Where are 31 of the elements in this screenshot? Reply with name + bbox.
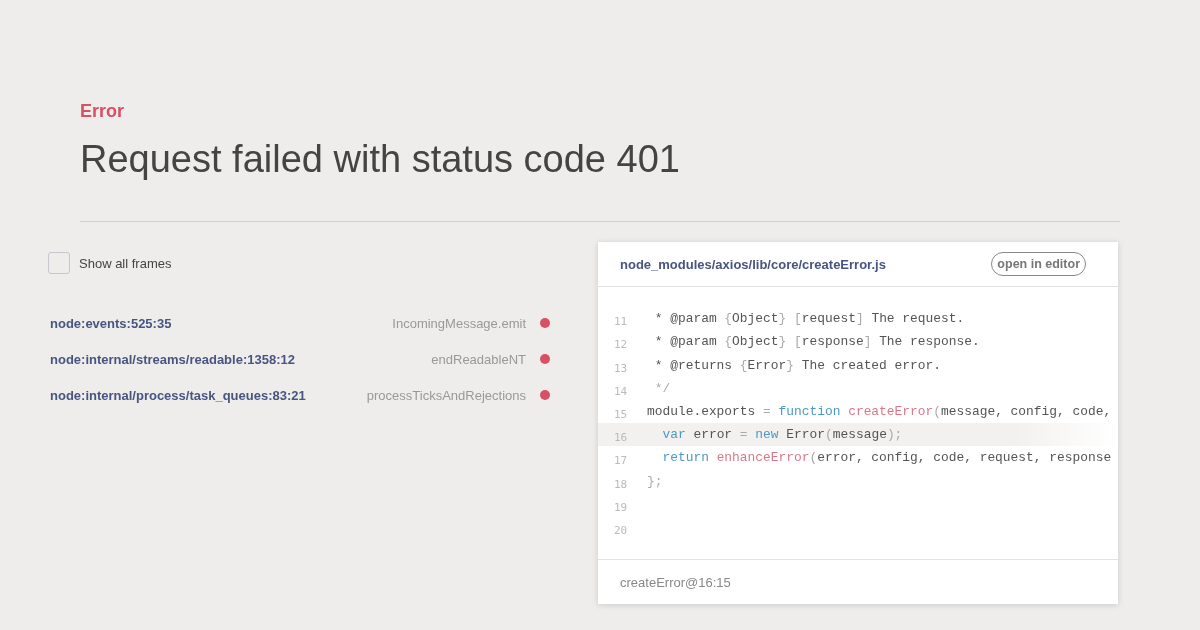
checkbox[interactable] [48,252,70,274]
file-path: node_modules/axios/lib/core/createError.js [620,256,886,272]
line-number: 19 [613,500,629,516]
code-text: * @returns {Error} The created error. [653,357,941,375]
frame-reference: createError@16:15 [598,559,1118,604]
line-number: 17 [613,454,629,470]
frame-location[interactable]: node:internal/streams/readable:1358:12 [50,351,432,367]
status-dot [540,354,550,364]
line-number: 18 [613,477,629,493]
code-text: return enhanceError(error, config, code, request, response [661,450,1112,468]
line-number: 14 [613,384,629,400]
line-number: 12 [613,338,629,354]
code-text: * @param {Object} [response] The response. [653,334,980,352]
checkbox-label[interactable]: Show all frames [79,255,172,271]
code-text: module.exports = function createError(message, config, code, [647,403,1112,421]
line-number: 13 [613,361,629,377]
code-text: * @param {Object} [request] The request. [653,311,965,329]
frame-location[interactable]: node:internal/process/task_queues:83:21 [50,387,367,403]
line-number: 20 [613,523,629,539]
error-message: Request failed with status code 401 [80,138,681,181]
error-label: Error [80,101,125,122]
frame-location[interactable]: node:events:525:35 [50,315,393,331]
line-number: 16 [613,431,629,447]
status-dot [540,390,550,400]
open-in-editor-button[interactable]: open in editor [991,252,1086,276]
line-number: 11 [613,315,629,331]
code-text: var error = new Error(message); [661,427,903,445]
code-text: }; [647,473,663,491]
code-text: */ [653,380,671,398]
status-dot [540,318,550,328]
line-number: 15 [613,407,629,423]
